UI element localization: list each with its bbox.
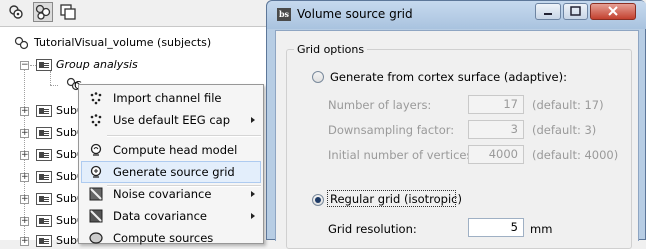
menu-item-label: Import channel file [113,91,222,105]
subject-icon [36,193,52,205]
functional-view-icon [9,5,23,19]
menu-separator [107,135,261,137]
tree-guide-line [50,71,51,85]
view-subjects-button[interactable] [33,2,53,22]
context-menu: Import channel file Use default EEG cap … [78,84,264,245]
menu-item-default-eeg-cap[interactable]: Use default EEG cap [81,109,261,131]
head-icon [90,143,102,156]
menu-item-import-channel-file[interactable]: Import channel file [81,87,261,109]
expand-icon[interactable]: + [20,217,29,226]
brainstorm-app-icon: bs [277,8,291,21]
menu-item-label: Use default EEG cap [113,113,231,127]
subject-icon [36,127,52,139]
subject-icon [36,215,52,227]
subjects-root-icon [14,36,28,50]
dots-icon [90,92,102,105]
menu-item-label: Noise covariance [113,187,212,201]
matrix-icon [89,187,103,201]
vertices-default: (default: 4000) [532,148,619,162]
explorer-toolbar [0,0,270,26]
minimize-button[interactable] [535,3,561,20]
close-icon [608,6,618,16]
grid-resolution-unit: mm [530,222,553,236]
submenu-arrow-icon [251,117,255,123]
menu-item-compute-sources[interactable]: Compute sources [81,227,261,249]
expand-icon[interactable]: + [20,195,29,204]
downsampling-input[interactable]: 3 [468,120,524,139]
subject-icon [36,235,52,247]
brain-icon [89,232,103,244]
dialog-client-area: Grid options Generate from cortex surfac… [275,30,639,249]
maximize-icon [570,6,581,16]
minimize-icon [544,13,552,15]
subjects-view-icon [35,4,51,20]
process-view-icon [60,4,76,20]
radio-regular-grid[interactable] [312,194,324,206]
tree-root-label: TutorialVisual_volume (subjects) [34,36,212,49]
submenu-arrow-icon [251,213,255,219]
layers-default: (default: 17) [532,98,604,112]
layers-label: Number of layers: [328,98,432,112]
menu-item-compute-head-model[interactable]: Compute head model [81,139,261,161]
menu-item-label: Compute head model [113,143,238,157]
dialog-titlebar[interactable]: bs Volume source grid [267,1,646,29]
option-regular-label[interactable]: Regular grid (isotropic) [330,192,462,206]
view-functional-button[interactable] [6,2,26,22]
downsampling-value: 3 [510,122,518,136]
subject-icon [36,171,52,183]
menu-item-label: Data covariance [113,209,207,223]
subject-icon [36,149,52,161]
grid-options-title: Grid options [294,43,368,56]
view-process-button[interactable] [58,2,78,22]
expand-icon[interactable]: + [20,151,29,160]
dots-icon [90,114,102,127]
matrix-icon [89,209,103,223]
grid-resolution-input[interactable]: 5 [468,218,524,237]
expand-icon[interactable]: + [20,107,29,116]
tree-guide-line [50,85,58,86]
menu-item-generate-source-grid[interactable]: Generate source grid [81,161,261,183]
head-grid-icon [90,165,102,178]
option-cortex-label[interactable]: Generate from cortex surface (adaptive): [330,70,567,84]
volume-source-grid-dialog: bs Volume source grid Grid options Gener… [266,0,646,249]
expand-icon[interactable]: + [20,173,29,182]
vertices-input[interactable]: 4000 [468,145,524,164]
subject-icon [36,59,52,71]
expand-icon[interactable]: + [20,129,29,138]
vertices-value: 4000 [488,147,518,161]
menu-item-data-covariance[interactable]: Data covariance [81,205,261,227]
vertices-label: Initial number of vertices: [328,148,477,162]
subject-icon [36,105,52,117]
grid-resolution-label: Grid resolution: [328,222,417,236]
tree-item-label: Group analysis [56,58,138,71]
radio-cortex-surface[interactable] [312,71,324,83]
layers-input[interactable]: 17 [468,95,524,114]
layers-value: 17 [503,97,518,111]
menu-item-label: Compute sources [113,231,214,245]
downsampling-label: Downsampling factor: [328,123,455,137]
expand-icon[interactable]: + [20,237,29,246]
close-button[interactable] [590,3,636,20]
dialog-title: Volume source grid [297,7,413,21]
menu-item-label: Generate source grid [113,165,235,179]
downsampling-default: (default: 3) [532,123,597,137]
submenu-arrow-icon [251,191,255,197]
menu-item-noise-covariance[interactable]: Noise covariance [81,183,261,205]
maximize-button[interactable] [563,3,588,20]
collapse-icon[interactable]: − [20,61,29,70]
